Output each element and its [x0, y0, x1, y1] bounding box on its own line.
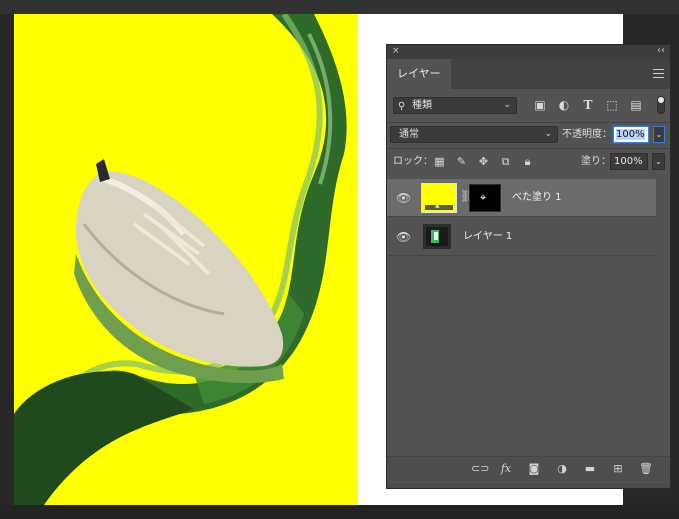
footer-icon-group: ⊂⊃ fx ◙ ◑ ▬ ⊞ 🗑︎: [471, 462, 653, 476]
panel-footer: ⊂⊃ fx ◙ ◑ ▬ ⊞ 🗑︎: [387, 456, 670, 482]
fill-dropdown-button[interactable]: ⌄: [652, 153, 665, 170]
sneaker-artwork-image: [14, 14, 358, 505]
image-filter-icon[interactable]: ▣: [533, 98, 547, 112]
status-strip: [0, 505, 679, 519]
smart-object-filter-icon[interactable]: ▤: [629, 98, 643, 112]
filter-kind-label: 種類: [412, 100, 432, 111]
type-filter-icon[interactable]: T: [581, 98, 595, 112]
lock-all-icon[interactable]: 🔒︎: [521, 155, 534, 169]
adjustment-layer-icon[interactable]: ◑: [555, 462, 569, 476]
link-layers-icon[interactable]: ⊂⊃: [471, 462, 489, 476]
lock-fill-row: ロック： ▦ ✎ ✥ ⧉ 🔒︎ 塗り： 100% ⌄: [387, 149, 670, 176]
layer-filter-row: ⚲ 種類 ⌄ ▣ ◐ T ⬚ ▤: [387, 89, 670, 122]
blend-mode-select[interactable]: 通常 ⌄: [390, 126, 558, 143]
collapse-panel-icon[interactable]: ‹‹: [657, 45, 665, 56]
filter-toggle[interactable]: [657, 96, 665, 114]
hamburger-menu-icon[interactable]: [653, 69, 664, 78]
photoshop-workspace: × ‹‹ レイヤー ⚲ 種類 ⌄ ▣ ◐ T ⬚ ▤ 通常 ⌄ 不透明度： 10…: [0, 0, 679, 519]
new-layer-icon[interactable]: ⊞: [611, 462, 625, 476]
fill-color-thumbnail[interactable]: ▲: [421, 183, 457, 213]
shape-filter-icon[interactable]: ⬚: [605, 98, 619, 112]
fill-input[interactable]: 100%: [610, 153, 648, 170]
blend-opacity-row: 通常 ⌄ 不透明度： 100% ⌄: [387, 123, 670, 147]
layer-name[interactable]: べた塗り 1: [512, 191, 562, 205]
add-mask-icon[interactable]: ◙: [527, 462, 541, 476]
visibility-eye-icon[interactable]: 👁︎: [396, 230, 411, 244]
chevron-down-icon: ⌄: [544, 129, 552, 139]
lock-artboard-icon[interactable]: ⧉: [499, 155, 512, 169]
close-panel-icon[interactable]: ×: [392, 46, 400, 56]
adjustment-filter-icon[interactable]: ◐: [557, 98, 571, 112]
delete-icon[interactable]: 🗑︎: [639, 462, 653, 476]
panel-resize-handle[interactable]: [387, 483, 670, 488]
panel-title-bar: × ‹‹: [387, 45, 670, 59]
layer-image-thumbnail[interactable]: [422, 223, 452, 250]
layers-scrollbar[interactable]: [656, 179, 670, 454]
filter-icon-group: ▣ ◐ T ⬚ ▤: [533, 98, 643, 114]
layers-panel: × ‹‹ レイヤー ⚲ 種類 ⌄ ▣ ◐ T ⬚ ▤ 通常 ⌄ 不透明度： 10…: [386, 44, 671, 489]
lock-paint-icon[interactable]: ✎: [455, 155, 468, 169]
layers-list: 👁︎ ▲ ⛓︎ ⌖ べた塗り 1 👁︎ レイヤー 1: [387, 179, 670, 454]
lock-label: ロック：: [393, 156, 433, 167]
fx-icon[interactable]: fx: [499, 462, 513, 476]
opacity-dropdown-button[interactable]: ⌄: [653, 126, 665, 143]
visibility-eye-icon[interactable]: 👁︎: [396, 191, 411, 205]
cursor-icon: ⌖: [480, 191, 487, 204]
options-strip: [0, 0, 679, 14]
layer-mask-thumbnail[interactable]: ⌖: [469, 184, 501, 212]
lock-icon-group: ▦ ✎ ✥ ⧉ 🔒︎: [433, 155, 534, 169]
lock-move-icon[interactable]: ✥: [477, 155, 490, 169]
blend-mode-value: 通常: [399, 129, 419, 140]
opacity-value: 100%: [616, 129, 645, 140]
fill-label: 塗り：: [581, 156, 611, 167]
search-icon: ⚲: [398, 101, 406, 112]
canvas-artwork[interactable]: [14, 14, 358, 505]
filter-kind-select[interactable]: ⚲ 種類 ⌄: [393, 97, 517, 114]
opacity-input[interactable]: 100%: [612, 125, 650, 144]
lock-transparent-icon[interactable]: ▦: [433, 155, 446, 169]
thumbnail-white: [434, 232, 438, 240]
group-folder-icon[interactable]: ▬: [583, 462, 597, 476]
layer-row-image[interactable]: 👁︎ レイヤー 1: [387, 218, 670, 256]
chevron-down-icon: ⌄: [503, 100, 511, 110]
fill-thumbnail-triangle: ▲: [435, 202, 440, 209]
layer-name[interactable]: レイヤー 1: [463, 230, 512, 244]
opacity-label: 不透明度：: [562, 129, 612, 140]
panel-tab-bar: レイヤー: [387, 59, 670, 89]
layer-row-fill[interactable]: 👁︎ ▲ ⛓︎ ⌖ べた塗り 1: [387, 179, 656, 217]
tab-layers[interactable]: レイヤー: [387, 59, 451, 89]
